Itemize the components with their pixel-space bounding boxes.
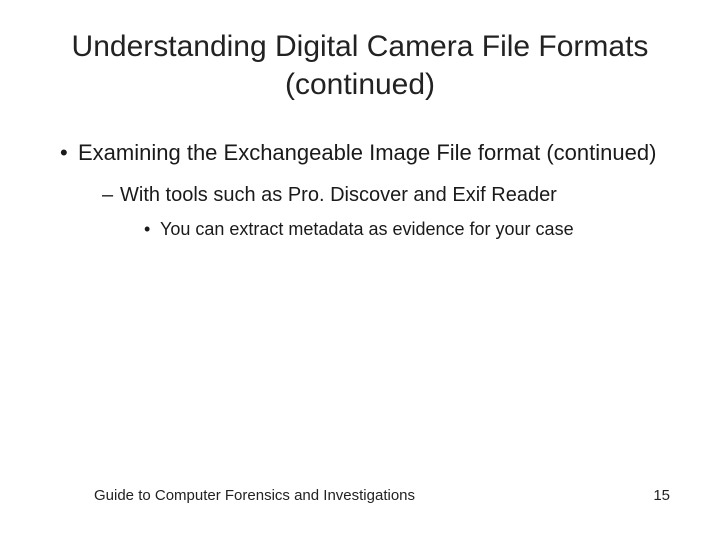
bullet-dot-icon: • <box>144 218 160 241</box>
bullet-level-1: •Examining the Exchangeable Image File f… <box>60 139 680 168</box>
bullet-level-3: •You can extract metadata as evidence fo… <box>144 218 680 241</box>
bullet-dash-icon: – <box>102 182 120 208</box>
slide-title: Understanding Digital Camera File Format… <box>40 28 680 103</box>
footer-text: Guide to Computer Forensics and Investig… <box>94 487 415 504</box>
bullet-text: Examining the Exchangeable Image File fo… <box>78 140 656 165</box>
slide: Understanding Digital Camera File Format… <box>0 0 720 540</box>
bullet-text: You can extract metadata as evidence for… <box>160 219 574 239</box>
bullet-text: With tools such as Pro. Discover and Exi… <box>120 184 557 206</box>
page-number: 15 <box>653 487 670 504</box>
bullet-dot-icon: • <box>60 139 78 168</box>
bullet-level-2: –With tools such as Pro. Discover and Ex… <box>102 182 680 208</box>
